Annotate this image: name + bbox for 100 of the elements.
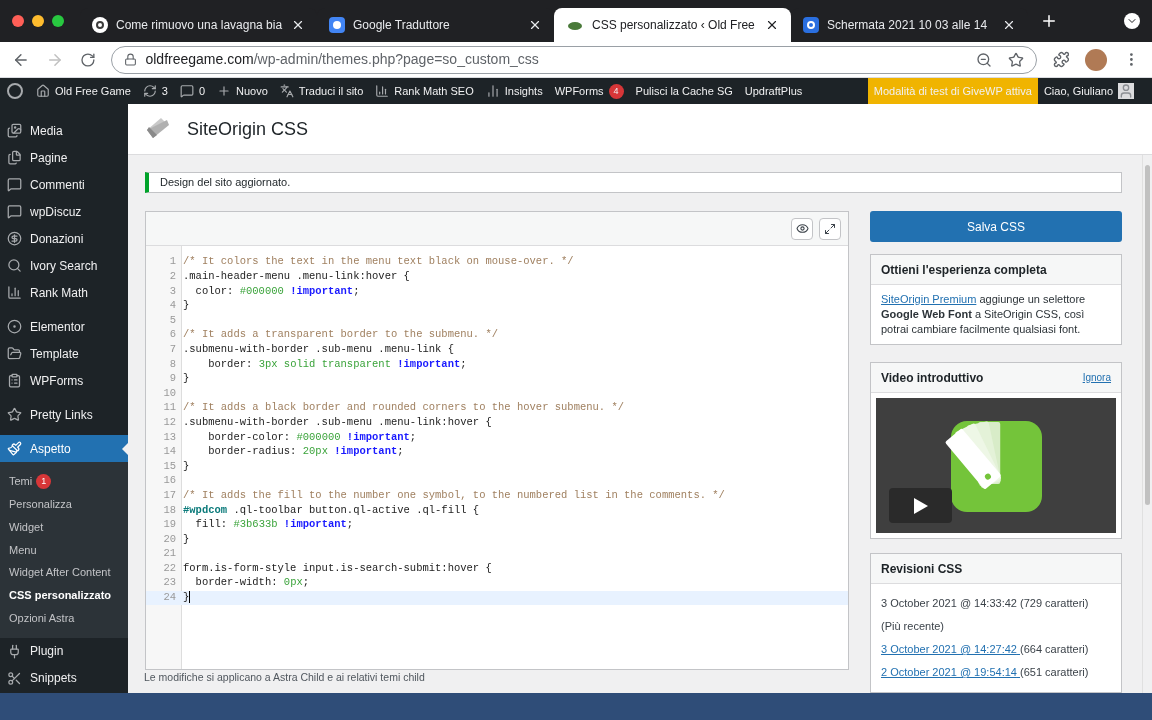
submenu-item[interactable]: Widget After Content xyxy=(0,561,128,584)
sidebar-item[interactable]: Rank Math xyxy=(0,279,128,306)
star-icon[interactable] xyxy=(1007,51,1024,68)
sidebar-item[interactable]: wpDiscuz xyxy=(0,198,128,225)
line-number: 5 xyxy=(168,312,177,328)
code-line: #wpdcom .ql-toolbar button.ql-active .ql-fill { xyxy=(183,502,480,518)
admin-bar-item[interactable]: Nuovo xyxy=(211,78,274,104)
line-number: 20 xyxy=(162,531,177,547)
line-number: 9 xyxy=(168,371,177,387)
plug-icon xyxy=(7,643,22,659)
submenu-item[interactable]: CSS personalizzato xyxy=(0,584,128,607)
tab-menu-button[interactable] xyxy=(1124,13,1140,29)
revision-link[interactable]: 2 October 2021 @ 19:54:14 xyxy=(881,666,1020,678)
admin-bar-item[interactable]: Rank Math SEO xyxy=(369,78,480,104)
close-icon[interactable] xyxy=(765,18,779,32)
submenu-label: Widget After Content xyxy=(9,565,111,581)
line-number: 3 xyxy=(168,283,177,299)
code-line: /* It adds a black border and rounded corners to the hover submenu. */ xyxy=(183,400,625,416)
clipboard-icon xyxy=(7,373,22,388)
admin-bar-item[interactable]: 0 xyxy=(173,78,212,104)
new-tab-icon[interactable] xyxy=(1040,12,1058,30)
admin-bar-item[interactable]: Old Free Game xyxy=(30,78,137,104)
bars-icon xyxy=(485,84,500,98)
submenu-item[interactable]: Opzioni Astra xyxy=(0,606,128,630)
p-app-icon xyxy=(803,17,819,33)
code-line: } xyxy=(183,590,191,606)
admin-bar-item[interactable]: Insights xyxy=(479,78,549,104)
tab-title: Come rimuovo una lavagna bia xyxy=(116,17,283,34)
sidebar-item[interactable]: Plugin xyxy=(0,637,128,665)
submenu-item[interactable]: Temi 1 xyxy=(0,470,128,493)
sidebar-label: Template xyxy=(30,345,79,363)
text-cursor xyxy=(189,591,191,604)
account-menu[interactable]: Ciao, Giuliano xyxy=(1037,78,1140,104)
code-line: form.is-form-style input.is-search-submit:hover { xyxy=(183,560,492,576)
line-number: 7 xyxy=(168,342,177,357)
zoom-window-control[interactable] xyxy=(52,15,64,27)
sidebar-item[interactable]: Media xyxy=(0,117,128,144)
admin-bar-item[interactable]: Traduci il sito xyxy=(273,78,370,104)
line-number: 21 xyxy=(162,546,177,562)
line-number: 23 xyxy=(162,575,177,591)
sidebar-item[interactable]: Pretty Links xyxy=(0,401,128,428)
wordpress-icon[interactable] xyxy=(7,83,23,99)
sidebar-item[interactable]: Commenti xyxy=(0,171,128,198)
expand-button[interactable] xyxy=(819,217,841,240)
sidebar-label: Aspetto xyxy=(30,440,71,458)
extensions-icon[interactable] xyxy=(1052,51,1070,68)
admin-bar-label: Pulisci la Cache SG xyxy=(635,83,733,99)
comment-icon xyxy=(7,204,22,219)
dismiss-link[interactable]: Ignora xyxy=(1082,370,1111,385)
premium-link[interactable]: SiteOrigin Premium xyxy=(881,293,977,305)
browser-tab[interactable]: CSS personalizzato ‹ Old Free xyxy=(554,8,791,42)
sidebar-item[interactable]: WPForms xyxy=(0,367,128,394)
line-number: 13 xyxy=(162,429,177,445)
sidebar-label: Ivory Search xyxy=(30,257,98,275)
sidebar-item[interactable]: Pagine xyxy=(0,144,128,171)
close-icon[interactable] xyxy=(291,18,305,32)
preview-button[interactable] xyxy=(791,217,813,240)
promo-text: SiteOrigin Premium aggiunge un selettore Google Web Font a SiteOrigin CSS, così potrai cambiare facilmente qualsiasi font. xyxy=(880,292,1087,337)
code-line: border-radius: 20px !important; xyxy=(207,444,404,460)
sidebar-item[interactable]: Aspetto xyxy=(0,435,128,462)
revision-link[interactable]: 3 October 2021 @ 14:27:42 xyxy=(881,643,1020,655)
url-text: oldfreegame.com/wp-admin/themes.php?page=so_custom_css xyxy=(145,50,540,69)
close-icon[interactable] xyxy=(528,18,542,32)
sidebar-item[interactable]: Elementor xyxy=(0,313,128,340)
admin-bar-item[interactable]: UpdraftPlus xyxy=(738,78,809,104)
sidebar-item[interactable]: Ivory Search xyxy=(0,252,128,279)
close-window-control[interactable] xyxy=(12,15,24,27)
play-button[interactable] xyxy=(889,488,952,523)
coin-icon xyxy=(7,231,22,246)
minimize-window-control[interactable] xyxy=(32,15,44,27)
save-css-button[interactable]: Salva CSS xyxy=(870,211,1122,242)
code-line: /* It colors the text in the menu text black on mouse-over. */ xyxy=(183,254,574,270)
submenu-item[interactable]: Widget xyxy=(0,515,128,539)
profile-avatar[interactable] xyxy=(1085,48,1108,71)
sidebar-label: Pagine xyxy=(30,149,68,167)
line-number: 8 xyxy=(168,356,177,372)
sidebar-item[interactable]: Snippets xyxy=(0,664,128,692)
submenu-label: Opzioni Astra xyxy=(9,610,75,626)
sidebar-label: Pretty Links xyxy=(30,406,93,424)
sidebar-item[interactable]: Donazioni xyxy=(0,225,128,252)
admin-bar-item[interactable]: 3 xyxy=(136,78,174,104)
page-title: SiteOrigin CSS xyxy=(187,117,309,141)
reload-icon[interactable] xyxy=(79,51,96,68)
code-line: fill: #3b633b !important; xyxy=(194,517,354,533)
admin-bar-item[interactable]: WPForms 4 xyxy=(548,78,630,104)
line-number: 22 xyxy=(162,560,177,576)
close-icon[interactable] xyxy=(1002,18,1016,32)
translate-icon xyxy=(329,17,345,33)
scrollbar[interactable] xyxy=(1142,155,1152,693)
submenu-item[interactable]: Personalizza xyxy=(0,492,128,516)
sidebar-item[interactable]: Template xyxy=(0,340,128,367)
greeting-text: Ciao, Giuliano xyxy=(1043,83,1113,99)
line-number: 12 xyxy=(162,414,177,430)
admin-bar-item[interactable]: Pulisci la Cache SG xyxy=(629,78,739,104)
zoom-out-icon[interactable] xyxy=(975,51,992,68)
line-number: 24 xyxy=(162,590,177,606)
plus-icon xyxy=(217,84,232,98)
code-line: .main-header-menu .menu-link:hover { xyxy=(183,269,410,284)
sidebar-label: Elementor xyxy=(30,318,85,336)
submenu-item[interactable]: Menu xyxy=(0,538,128,562)
